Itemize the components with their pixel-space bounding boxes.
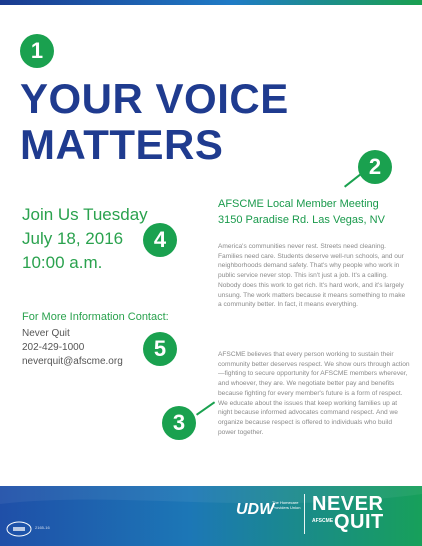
udw-logo-subtitle: The Homecare Providers Union <box>272 500 301 510</box>
callout-badge-2: 2 <box>358 150 392 184</box>
callout-badge-3: 3 <box>162 406 196 440</box>
callout-pointer-2 <box>344 173 361 188</box>
body-paragraph-2: AFSCME believes that every person workin… <box>218 351 410 436</box>
union-bug-logo <box>6 521 32 537</box>
callout-pointer-3 <box>196 401 215 416</box>
contact-phone: 202-429-1000 <box>22 342 85 353</box>
event-details: Join Us Tuesday July 18, 2016 10:00 a.m. <box>22 203 148 275</box>
meeting-title: AFSCME Local Member Meeting <box>218 198 379 210</box>
headline-line-2: MATTERS <box>20 121 224 168</box>
never-quit-logo-quit: QUIT <box>334 511 384 533</box>
headline-line-1: YOUR VOICE <box>20 75 289 122</box>
meeting-info: AFSCME Local Member Meeting 3150 Paradis… <box>218 196 413 228</box>
top-accent-bar <box>0 0 422 5</box>
callout-badge-5: 5 <box>143 332 177 366</box>
meeting-address: 3150 Paradise Rd. Las Vegas, NV <box>218 214 385 226</box>
union-bug-code: 2165-16 <box>35 525 50 530</box>
callout-badge-1: 1 <box>20 34 54 68</box>
contact-name: Never Quit <box>22 328 70 339</box>
never-quit-logo-afscme: AFSCME <box>312 518 334 524</box>
udw-logo: UDW <box>236 501 275 518</box>
footer-divider <box>304 494 305 534</box>
contact-block: Never Quit 202-429-1000 neverquit@afscme… <box>22 327 123 369</box>
body-paragraph-1: America's communities never rest. Street… <box>218 243 406 309</box>
headline: YOUR VOICE MATTERS <box>20 76 350 168</box>
callout-badge-4: 4 <box>143 223 177 257</box>
event-day: Join Us Tuesday <box>22 205 148 224</box>
contact-heading: For More Information Contact: <box>22 311 169 323</box>
contact-email: neverquit@afscme.org <box>22 356 123 367</box>
event-time: 10:00 a.m. <box>22 253 103 272</box>
event-date: July 18, 2016 <box>22 229 124 248</box>
